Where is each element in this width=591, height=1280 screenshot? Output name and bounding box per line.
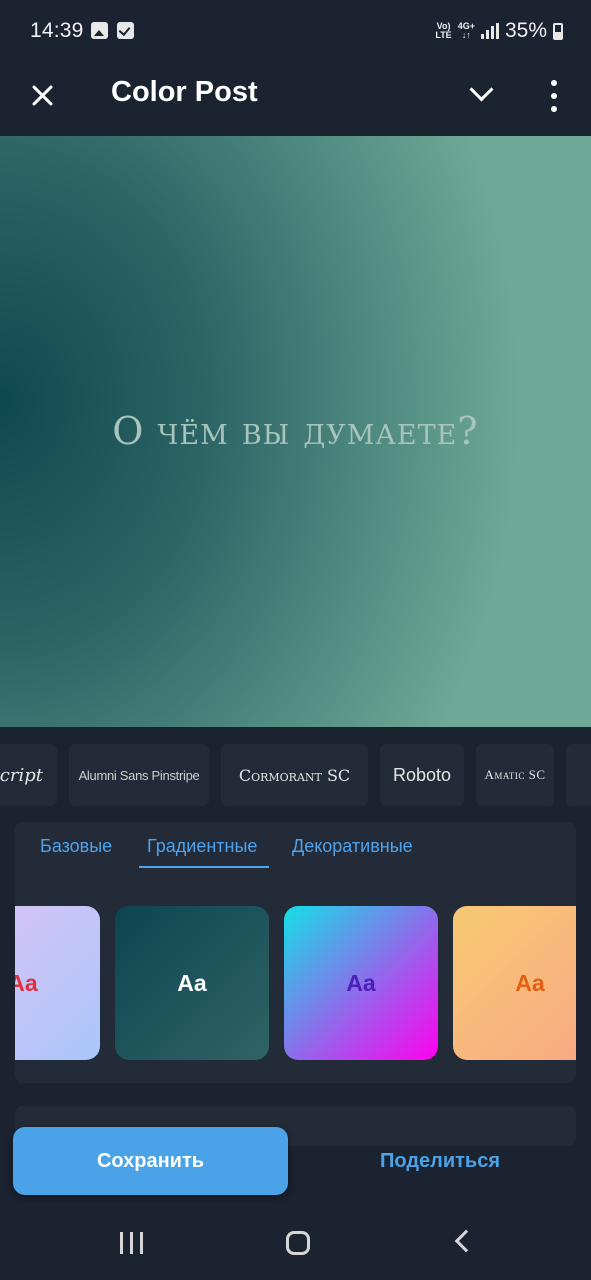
app-bar: Color Post xyxy=(0,62,591,136)
app-title: Color Post xyxy=(111,76,258,108)
post-canvas[interactable]: О чём вы думаете? xyxy=(0,136,591,727)
volte-icon: Vo) LTE xyxy=(435,22,451,40)
status-time: 14:39 xyxy=(30,19,84,42)
data-label-bottom: ↓↑ xyxy=(461,30,471,40)
font-chip-label: Amatic SC xyxy=(484,767,546,782)
swatch-label: Aa xyxy=(177,969,207,996)
font-chip-roboto[interactable]: Roboto xyxy=(380,744,464,806)
font-chip-label: Cormorant SC xyxy=(238,765,351,785)
swatch-label: Aa xyxy=(515,969,545,996)
swatch-label: Aa xyxy=(15,969,38,996)
font-chip-label: Alumni Sans Pinstripe xyxy=(78,767,200,783)
font-chip-script[interactable]: cript xyxy=(0,744,57,806)
gradient-swatch-teal[interactable]: Aa xyxy=(115,906,269,1060)
recent-apps-icon[interactable] xyxy=(120,1232,146,1254)
status-indicators: Vo) LTE 4G+ ↓↑ 35% xyxy=(435,19,563,43)
task-notification-icon xyxy=(117,22,134,39)
tab-decorative[interactable]: Декоративные xyxy=(292,836,413,857)
gradient-swatch-cyan-magenta[interactable]: Aa xyxy=(284,906,438,1060)
swatch-label: Aa xyxy=(346,969,376,996)
chevron-down-icon[interactable] xyxy=(460,72,504,116)
gallery-notification-icon xyxy=(91,22,108,39)
battery-icon xyxy=(553,22,563,40)
gradient-swatch-peach[interactable]: Aa xyxy=(453,906,576,1060)
more-options-icon[interactable] xyxy=(540,78,568,114)
active-tab-indicator xyxy=(139,866,269,868)
battery-percent: 35% xyxy=(504,19,547,42)
font-chip-cormorant-sc[interactable]: Cormorant SC xyxy=(221,744,368,806)
font-chip-alumni-sans-pinstripe[interactable]: Alumni Sans Pinstripe xyxy=(69,744,209,806)
signal-icon xyxy=(480,23,499,39)
system-nav-bar xyxy=(0,1204,591,1280)
mobile-data-icon: 4G+ ↓↑ xyxy=(458,22,475,40)
font-chip-label: Roboto xyxy=(392,764,452,785)
save-button[interactable]: Сохранить xyxy=(13,1127,288,1195)
home-icon[interactable] xyxy=(286,1231,310,1255)
font-selector: cript Alumni Sans Pinstripe Cormorant SC… xyxy=(0,744,591,806)
canvas-text[interactable]: О чём вы думаете? xyxy=(0,409,591,453)
font-chip-amatic-sc[interactable]: Amatic SC xyxy=(476,744,554,806)
gradient-swatch-lavender[interactable]: Aa xyxy=(15,906,100,1060)
back-icon[interactable] xyxy=(454,1229,478,1253)
palette-panel: Базовые Градиентные Декоративные Aa Aa A… xyxy=(15,822,576,1083)
close-icon[interactable] xyxy=(24,76,64,116)
tab-gradient[interactable]: Градиентные xyxy=(147,836,257,857)
share-button[interactable]: Поделиться xyxy=(310,1127,570,1195)
volte-label-bottom: LTE xyxy=(435,30,452,40)
tab-basic[interactable]: Базовые xyxy=(40,836,112,857)
font-chip-label: cript xyxy=(0,764,43,786)
status-bar: 14:39 Vo) LTE 4G+ ↓↑ 35% xyxy=(0,0,591,62)
font-chip-next[interactable] xyxy=(566,744,591,806)
